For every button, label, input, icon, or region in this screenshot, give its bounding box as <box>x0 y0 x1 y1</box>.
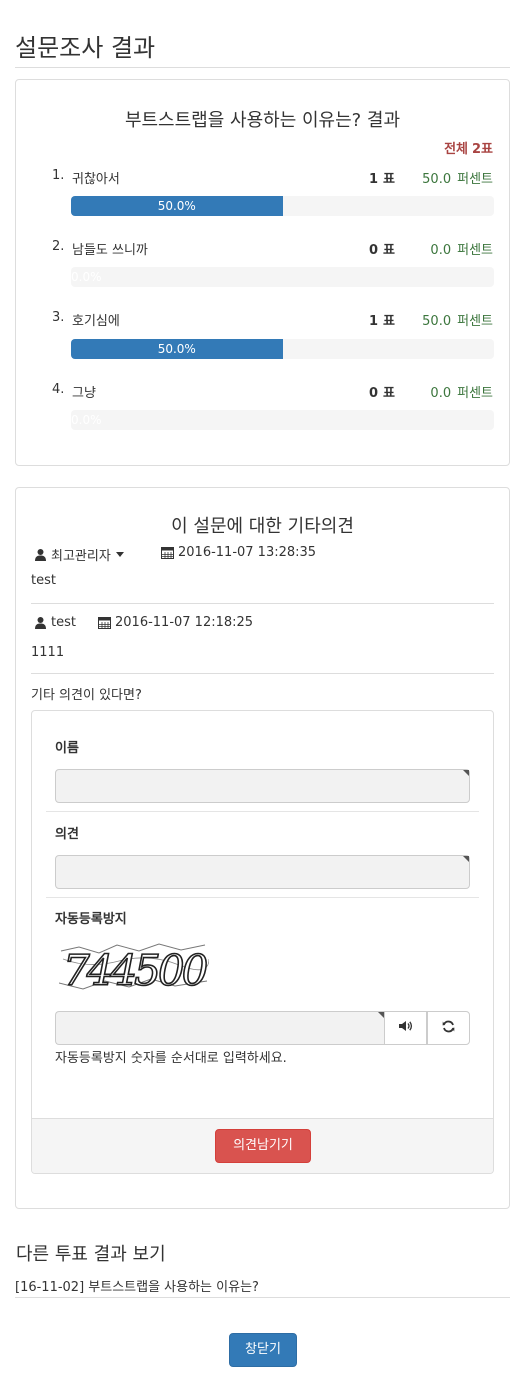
poll-item-percent: 0.0 퍼센트 <box>430 386 493 401</box>
poll-item-percent: 50.0 퍼센트 <box>422 314 493 329</box>
form-divider <box>46 811 479 812</box>
page-title: 설문조사 결과 <box>15 34 156 62</box>
comment-author-name: test <box>51 615 76 630</box>
form-prompt: 기타 의견이 있다면? <box>31 688 142 703</box>
poll-item-index: 2. <box>52 239 65 254</box>
captcha-help-text: 자동등록방지 숫자를 순서대로 입력하세요. <box>55 1051 287 1066</box>
poll-progress-bar: 0.0% <box>71 413 102 427</box>
poll-item-votes: 0표 <box>368 386 395 401</box>
calendar-icon <box>98 616 111 629</box>
poll-item-index: 1. <box>52 168 65 183</box>
total-value: 2표 <box>471 142 493 157</box>
poll-progress-bar: 50.0% <box>71 196 283 216</box>
opinion-label: 의견 <box>55 827 79 842</box>
comment-author-menu[interactable]: 최고관리자 <box>34 545 124 564</box>
poll-item: 3. 호기심에 1표 50.0 퍼센트 <box>52 310 493 330</box>
poll-item-label: 남들도 쓰니까 <box>72 243 148 258</box>
title-divider <box>15 67 510 68</box>
poll-item-index: 3. <box>52 310 65 325</box>
poll-item-percent: 0.0 퍼센트 <box>430 243 493 258</box>
form-divider <box>46 897 479 898</box>
comment-divider <box>31 673 494 674</box>
comment-datetime: 2016-11-07 12:18:25 <box>115 615 254 630</box>
poll-item-label: 귀찮아서 <box>72 172 120 187</box>
total-votes: 전체 2표 <box>444 138 493 157</box>
volume-icon <box>398 1020 413 1036</box>
comment-form: 이름 의견 자동등록방지 744500 자동등록방지 숫자를 순서대로 입력하세… <box>31 710 494 1174</box>
poll-item-index: 4. <box>52 382 65 397</box>
form-footer: 의견남기기 <box>32 1118 493 1173</box>
caret-down-icon <box>115 552 124 557</box>
comment-author: test <box>34 615 76 630</box>
comment-date: 2016-11-07 12:18:25 <box>98 615 253 630</box>
poll-item: 2. 남들도 쓰니까 0표 0.0 퍼센트 <box>52 239 493 259</box>
comments-title: 이 설문에 대한 기타의견 <box>171 516 354 537</box>
refresh-icon <box>442 1020 455 1037</box>
poll-item: 1. 귀찮아서 1표 50.0 퍼센트 <box>52 168 493 188</box>
refresh-captcha-button[interactable] <box>427 1011 470 1045</box>
audio-captcha-button[interactable] <box>384 1011 427 1045</box>
other-polls-title: 다른 투표 결과 보기 <box>16 1244 166 1265</box>
poll-item-votes: 0표 <box>368 243 395 258</box>
other-divider <box>15 1297 510 1298</box>
captcha-image: 744500 <box>58 939 211 999</box>
submit-comment-button[interactable]: 의견남기기 <box>215 1129 311 1163</box>
user-icon <box>34 616 47 629</box>
comment-body: 1111 <box>31 645 65 660</box>
comments-panel: 이 설문에 대한 기타의견 최고관리자 2016-11-07 13:28:35 … <box>15 487 510 1209</box>
captcha-label: 자동등록방지 <box>55 912 127 927</box>
poll-item-percent: 50.0 퍼센트 <box>422 172 493 187</box>
comment-divider <box>31 603 494 604</box>
total-label: 전체 <box>444 142 468 157</box>
comment-author: 최고관리자 <box>51 549 111 564</box>
poll-results-panel: 부트스트랩을 사용하는 이유는? 결과 전체 2표 1. 귀찮아서 1표 50.0… <box>15 79 510 466</box>
poll-progress: 50.0% <box>71 196 494 216</box>
comment-body: test <box>31 573 56 588</box>
comment-datetime: 2016-11-07 13:28:35 <box>178 545 317 560</box>
poll-item-label: 호기심에 <box>72 314 120 329</box>
user-icon <box>34 548 47 561</box>
other-poll-link[interactable]: [16-11-02] 부트스트랩을 사용하는 이유는? <box>15 1276 259 1295</box>
svg-text:744500: 744500 <box>63 946 208 995</box>
opinion-input[interactable] <box>55 855 470 889</box>
name-label: 이름 <box>55 741 79 756</box>
poll-progress-bar: 50.0% <box>71 339 283 359</box>
poll-progress: 0.0% <box>71 267 494 287</box>
calendar-icon <box>161 546 174 559</box>
close-window-button[interactable]: 창닫기 <box>229 1333 297 1367</box>
captcha-input[interactable] <box>55 1011 384 1045</box>
poll-title: 부트스트랩을 사용하는 이유는? 결과 <box>124 110 401 131</box>
poll-item-votes: 1표 <box>368 172 395 187</box>
poll-item-votes: 1표 <box>368 314 395 329</box>
poll-progress-bar: 0.0% <box>71 270 102 284</box>
comment-date: 2016-11-07 13:28:35 <box>161 545 316 560</box>
name-input[interactable] <box>55 769 470 803</box>
poll-item: 4. 그냥 0표 0.0 퍼센트 <box>52 382 493 402</box>
poll-progress: 50.0% <box>71 339 494 359</box>
poll-progress: 0.0% <box>71 410 494 430</box>
poll-item-label: 그냥 <box>72 386 96 401</box>
